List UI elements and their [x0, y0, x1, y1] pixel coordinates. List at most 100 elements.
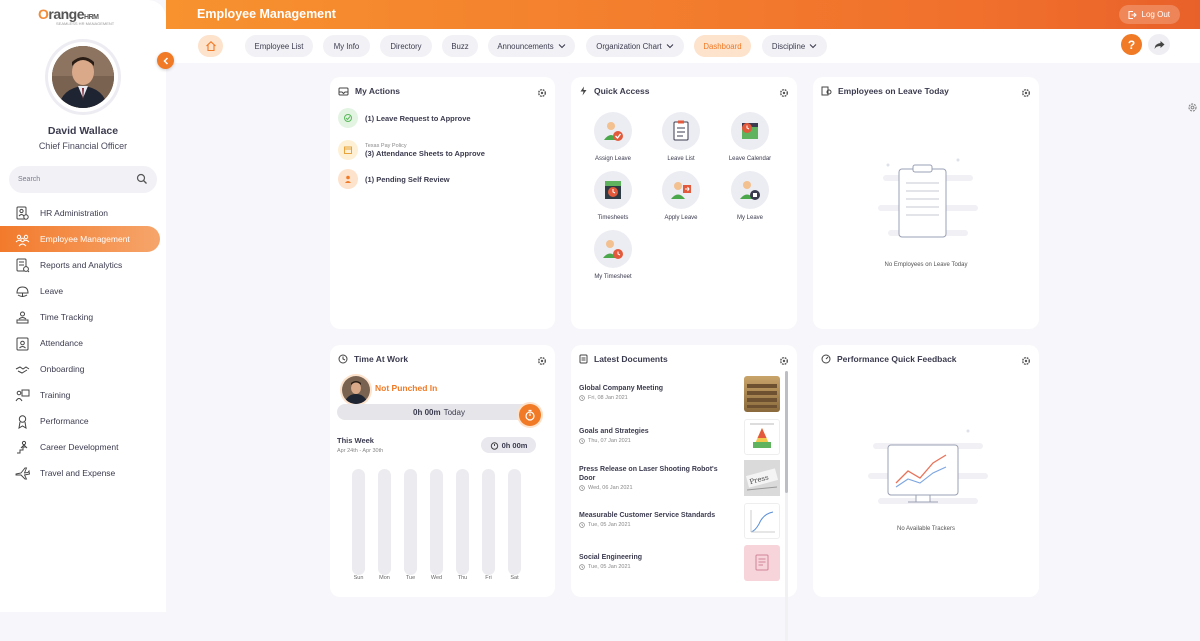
people-leave-icon	[821, 86, 832, 96]
home-icon	[205, 41, 216, 52]
chevron-left-icon	[162, 56, 168, 65]
speedometer-icon	[821, 354, 831, 364]
action-pending-self-review[interactable]: (1) Pending Self Review	[338, 169, 450, 189]
day-bar	[352, 469, 365, 575]
top-bar: Employee Management Log Out	[166, 0, 1200, 29]
sidebar-item-leave[interactable]: Leave	[0, 278, 166, 304]
sidebar-item-time-tracking[interactable]: Time Tracking	[0, 304, 166, 330]
gear-icon[interactable]	[537, 85, 547, 103]
chevron-down-icon	[809, 44, 817, 49]
sidebar-search[interactable]: Search	[9, 166, 157, 193]
clock-icon	[338, 354, 348, 364]
quick-timesheets[interactable]: Timesheets	[583, 171, 643, 221]
day-label: Fri	[485, 575, 492, 581]
leave-icon	[14, 283, 30, 299]
orangehrm-logo[interactable]: OrangeHRM SEAMLESS HR MANAGEMENT	[38, 6, 138, 28]
day-bar	[430, 469, 443, 575]
lightning-icon	[580, 86, 587, 96]
tab-discipline[interactable]: Discipline	[762, 35, 827, 57]
clock-icon	[579, 485, 585, 491]
action-leave-request[interactable]: (1) Leave Request to Approve	[338, 108, 471, 128]
card-title: My Actions	[355, 86, 401, 96]
page-title: Employee Management	[197, 7, 336, 21]
sidebar-collapse-button[interactable]	[157, 52, 174, 69]
time-tracking-icon	[14, 309, 30, 325]
quick-access-card: Quick Access Assign Leave Leave List Lea…	[571, 77, 797, 329]
help-button[interactable]: ?	[1121, 34, 1142, 55]
action-attendance-sheets[interactable]: Texas Pay Policy (3) Attendance Sheets to…	[338, 140, 485, 160]
leave-calendar-icon	[731, 112, 769, 150]
quick-leave-list[interactable]: Leave List	[651, 112, 711, 162]
press-release-thumbnail: Press	[744, 460, 780, 496]
tab-organization-chart[interactable]: Organization Chart	[586, 35, 684, 57]
sidebar-item-career-development[interactable]: Career Development	[0, 434, 166, 460]
home-button[interactable]	[198, 35, 223, 57]
my-leave-icon	[731, 171, 769, 209]
tab-employee-list[interactable]: Employee List	[245, 35, 313, 57]
quick-assign-leave[interactable]: Assign Leave	[583, 112, 643, 162]
day-bar	[456, 469, 469, 575]
user-avatar	[342, 376, 370, 404]
gear-icon[interactable]	[1021, 85, 1031, 103]
timesheets-icon	[594, 171, 632, 209]
employee-management-icon	[14, 231, 30, 247]
my-actions-card: My Actions (1) Leave Request to Approve …	[330, 77, 555, 329]
gear-icon[interactable]	[779, 85, 789, 103]
tab-announcements[interactable]: Announcements	[488, 35, 575, 57]
logout-icon	[1128, 10, 1137, 19]
leave-list-icon	[662, 112, 700, 150]
profile-avatar[interactable]	[48, 42, 118, 112]
quick-my-leave[interactable]: My Leave	[720, 171, 780, 221]
performance-icon	[14, 413, 30, 429]
profile-name: David Wallace	[47, 125, 119, 137]
share-button[interactable]	[1148, 34, 1170, 55]
sidebar-menu: HR Administration Employee Management Re…	[0, 200, 166, 486]
punch-in-button[interactable]	[519, 404, 541, 426]
sidebar-item-performance[interactable]: Performance	[0, 408, 166, 434]
self-review-icon	[338, 169, 358, 189]
day-bar	[404, 469, 417, 575]
logout-button[interactable]: Log Out	[1118, 5, 1180, 24]
document-file-icon	[744, 545, 780, 581]
sidebar-item-attendance[interactable]: Attendance	[0, 330, 166, 356]
sidebar-item-onboarding[interactable]: Onboarding	[0, 356, 166, 382]
today-hours-bar: 0h 00m Today	[337, 404, 541, 420]
search-placeholder: Search	[18, 176, 41, 183]
day-label: Tue	[405, 575, 416, 581]
week-label: This Week	[337, 436, 374, 445]
document-icon	[579, 354, 588, 364]
tab-directory[interactable]: Directory	[380, 35, 432, 57]
gear-icon[interactable]	[537, 353, 547, 371]
tab-dashboard[interactable]: Dashboard	[694, 35, 751, 57]
quick-apply-leave[interactable]: Apply Leave	[651, 171, 711, 221]
day-label: Wed	[430, 575, 443, 581]
quick-leave-calendar[interactable]: Leave Calendar	[720, 112, 780, 162]
sidebar-item-hr-administration[interactable]: HR Administration	[0, 200, 166, 226]
gear-icon[interactable]	[779, 353, 789, 371]
empty-state-text: No Employees on Leave Today	[884, 262, 968, 268]
reports-icon	[14, 257, 30, 273]
inbox-icon	[338, 87, 349, 96]
documents-scrollbar[interactable]	[785, 371, 788, 641]
my-timesheet-icon	[594, 230, 632, 268]
card-title: Employees on Leave Today	[838, 86, 949, 96]
onboarding-icon	[14, 361, 30, 377]
settings-gear-icon[interactable]	[1187, 100, 1198, 118]
day-bar	[378, 469, 391, 575]
latest-documents-card: Latest Documents Global Company Meeting …	[571, 345, 797, 641]
tab-my-info[interactable]: My Info	[323, 35, 370, 57]
sidebar-item-employee-management[interactable]: Employee Management	[0, 226, 160, 252]
punch-status: Not Punched In	[375, 383, 438, 393]
day-bar	[508, 469, 521, 575]
chevron-down-icon	[666, 44, 674, 49]
tab-buzz[interactable]: Buzz	[442, 35, 478, 57]
sidebar-item-reports-and-analytics[interactable]: Reports and Analytics	[0, 252, 166, 278]
search-icon[interactable]	[136, 173, 148, 187]
quick-my-timesheet[interactable]: My Timesheet	[583, 230, 643, 280]
sidebar-item-training[interactable]: Training	[0, 382, 166, 408]
sidebar-item-travel-and-expense[interactable]: Travel and Expense	[0, 460, 166, 486]
clock-icon	[579, 438, 585, 444]
leave-request-icon	[338, 108, 358, 128]
gear-icon[interactable]	[1021, 353, 1031, 371]
hr-admin-icon	[14, 205, 30, 221]
